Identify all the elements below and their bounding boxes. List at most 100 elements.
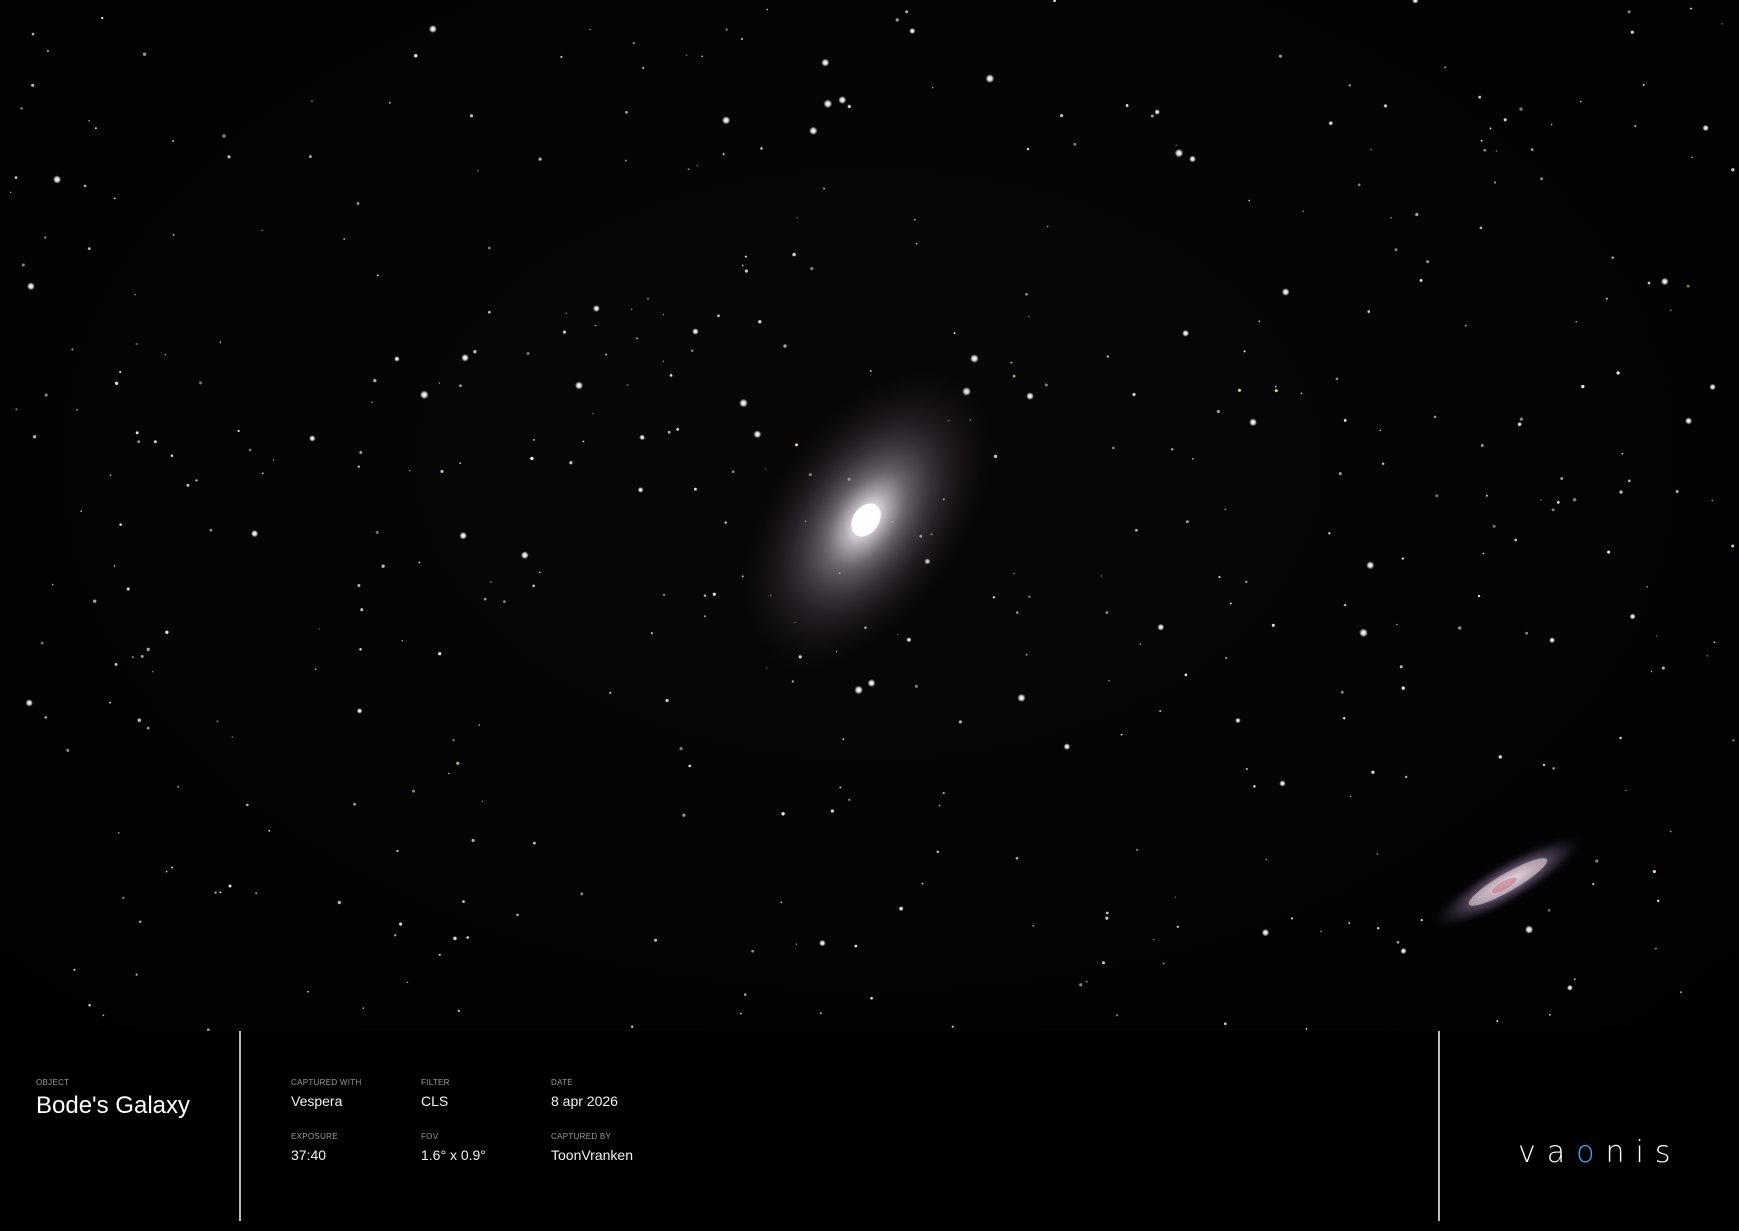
star <box>538 157 542 161</box>
star <box>1162 962 1165 965</box>
star <box>473 350 477 354</box>
star <box>854 944 858 948</box>
star <box>565 312 567 314</box>
star <box>650 632 653 635</box>
star <box>137 440 141 444</box>
star <box>743 993 747 996</box>
bright-star <box>898 906 904 912</box>
bright-star <box>562 330 567 335</box>
star <box>796 217 798 219</box>
star <box>1396 940 1400 944</box>
star <box>1732 739 1735 742</box>
star <box>895 18 899 22</box>
star <box>1647 281 1651 285</box>
star <box>135 973 138 976</box>
star <box>627 384 629 386</box>
star <box>231 736 234 738</box>
star <box>758 320 762 324</box>
star <box>357 465 360 468</box>
star <box>1496 1020 1499 1023</box>
star <box>401 639 404 642</box>
star <box>662 360 665 362</box>
star <box>371 401 373 404</box>
star <box>119 523 122 526</box>
star <box>481 800 484 802</box>
star <box>530 456 534 461</box>
star <box>751 949 754 953</box>
bright-star <box>1328 120 1334 126</box>
star <box>1519 417 1524 421</box>
bright-star <box>970 354 979 363</box>
star <box>1013 572 1016 575</box>
star <box>459 384 462 387</box>
object-label: OBJECT <box>36 1078 70 1087</box>
star <box>921 882 924 885</box>
star <box>1258 320 1261 322</box>
star <box>1139 643 1142 646</box>
star <box>1265 858 1267 861</box>
star <box>1396 623 1398 626</box>
star <box>1572 498 1577 502</box>
bright-star <box>1419 278 1424 283</box>
star <box>1192 458 1194 460</box>
star <box>1015 857 1019 860</box>
star <box>219 341 222 344</box>
star <box>414 54 418 58</box>
star <box>1581 384 1585 389</box>
star <box>140 654 144 658</box>
star <box>1376 853 1378 855</box>
star <box>594 324 596 327</box>
star <box>1627 10 1631 14</box>
star <box>20 107 23 110</box>
star <box>119 370 122 373</box>
star <box>1530 148 1534 151</box>
star <box>1150 114 1154 118</box>
star <box>164 354 167 356</box>
bright-star <box>1017 693 1026 702</box>
star <box>1010 361 1013 364</box>
star <box>1348 84 1351 87</box>
bright-star <box>809 126 818 136</box>
star <box>1573 978 1576 981</box>
star <box>219 891 222 894</box>
edge-on-galaxy <box>1429 833 1587 931</box>
star <box>409 470 411 472</box>
star <box>237 429 240 433</box>
bright-star <box>1517 421 1523 427</box>
star <box>516 913 519 917</box>
star <box>40 641 44 645</box>
star <box>741 264 744 266</box>
star <box>1619 490 1623 494</box>
divider-left <box>239 1031 241 1221</box>
star <box>592 412 594 415</box>
star <box>171 866 174 869</box>
star <box>766 8 769 11</box>
star <box>44 393 48 397</box>
star <box>781 812 785 816</box>
star <box>1371 770 1375 774</box>
star <box>1171 448 1174 451</box>
star <box>113 565 116 567</box>
star <box>227 155 231 159</box>
star <box>1592 882 1595 886</box>
star <box>1085 980 1088 983</box>
bright-star <box>847 104 852 109</box>
bright-star <box>574 381 584 390</box>
bright-star <box>1702 124 1709 132</box>
star <box>255 892 258 895</box>
star <box>1495 150 1498 152</box>
star <box>101 16 104 20</box>
bright-star <box>1154 109 1160 115</box>
star <box>131 656 134 659</box>
bright-star <box>1685 417 1693 425</box>
star <box>1059 113 1064 118</box>
star <box>662 314 665 316</box>
bright-star <box>906 637 912 643</box>
star <box>1503 118 1507 122</box>
star <box>1218 575 1221 579</box>
star <box>153 440 157 444</box>
star <box>739 1012 742 1015</box>
star <box>1379 429 1382 432</box>
star <box>356 202 360 205</box>
star <box>1551 508 1555 512</box>
